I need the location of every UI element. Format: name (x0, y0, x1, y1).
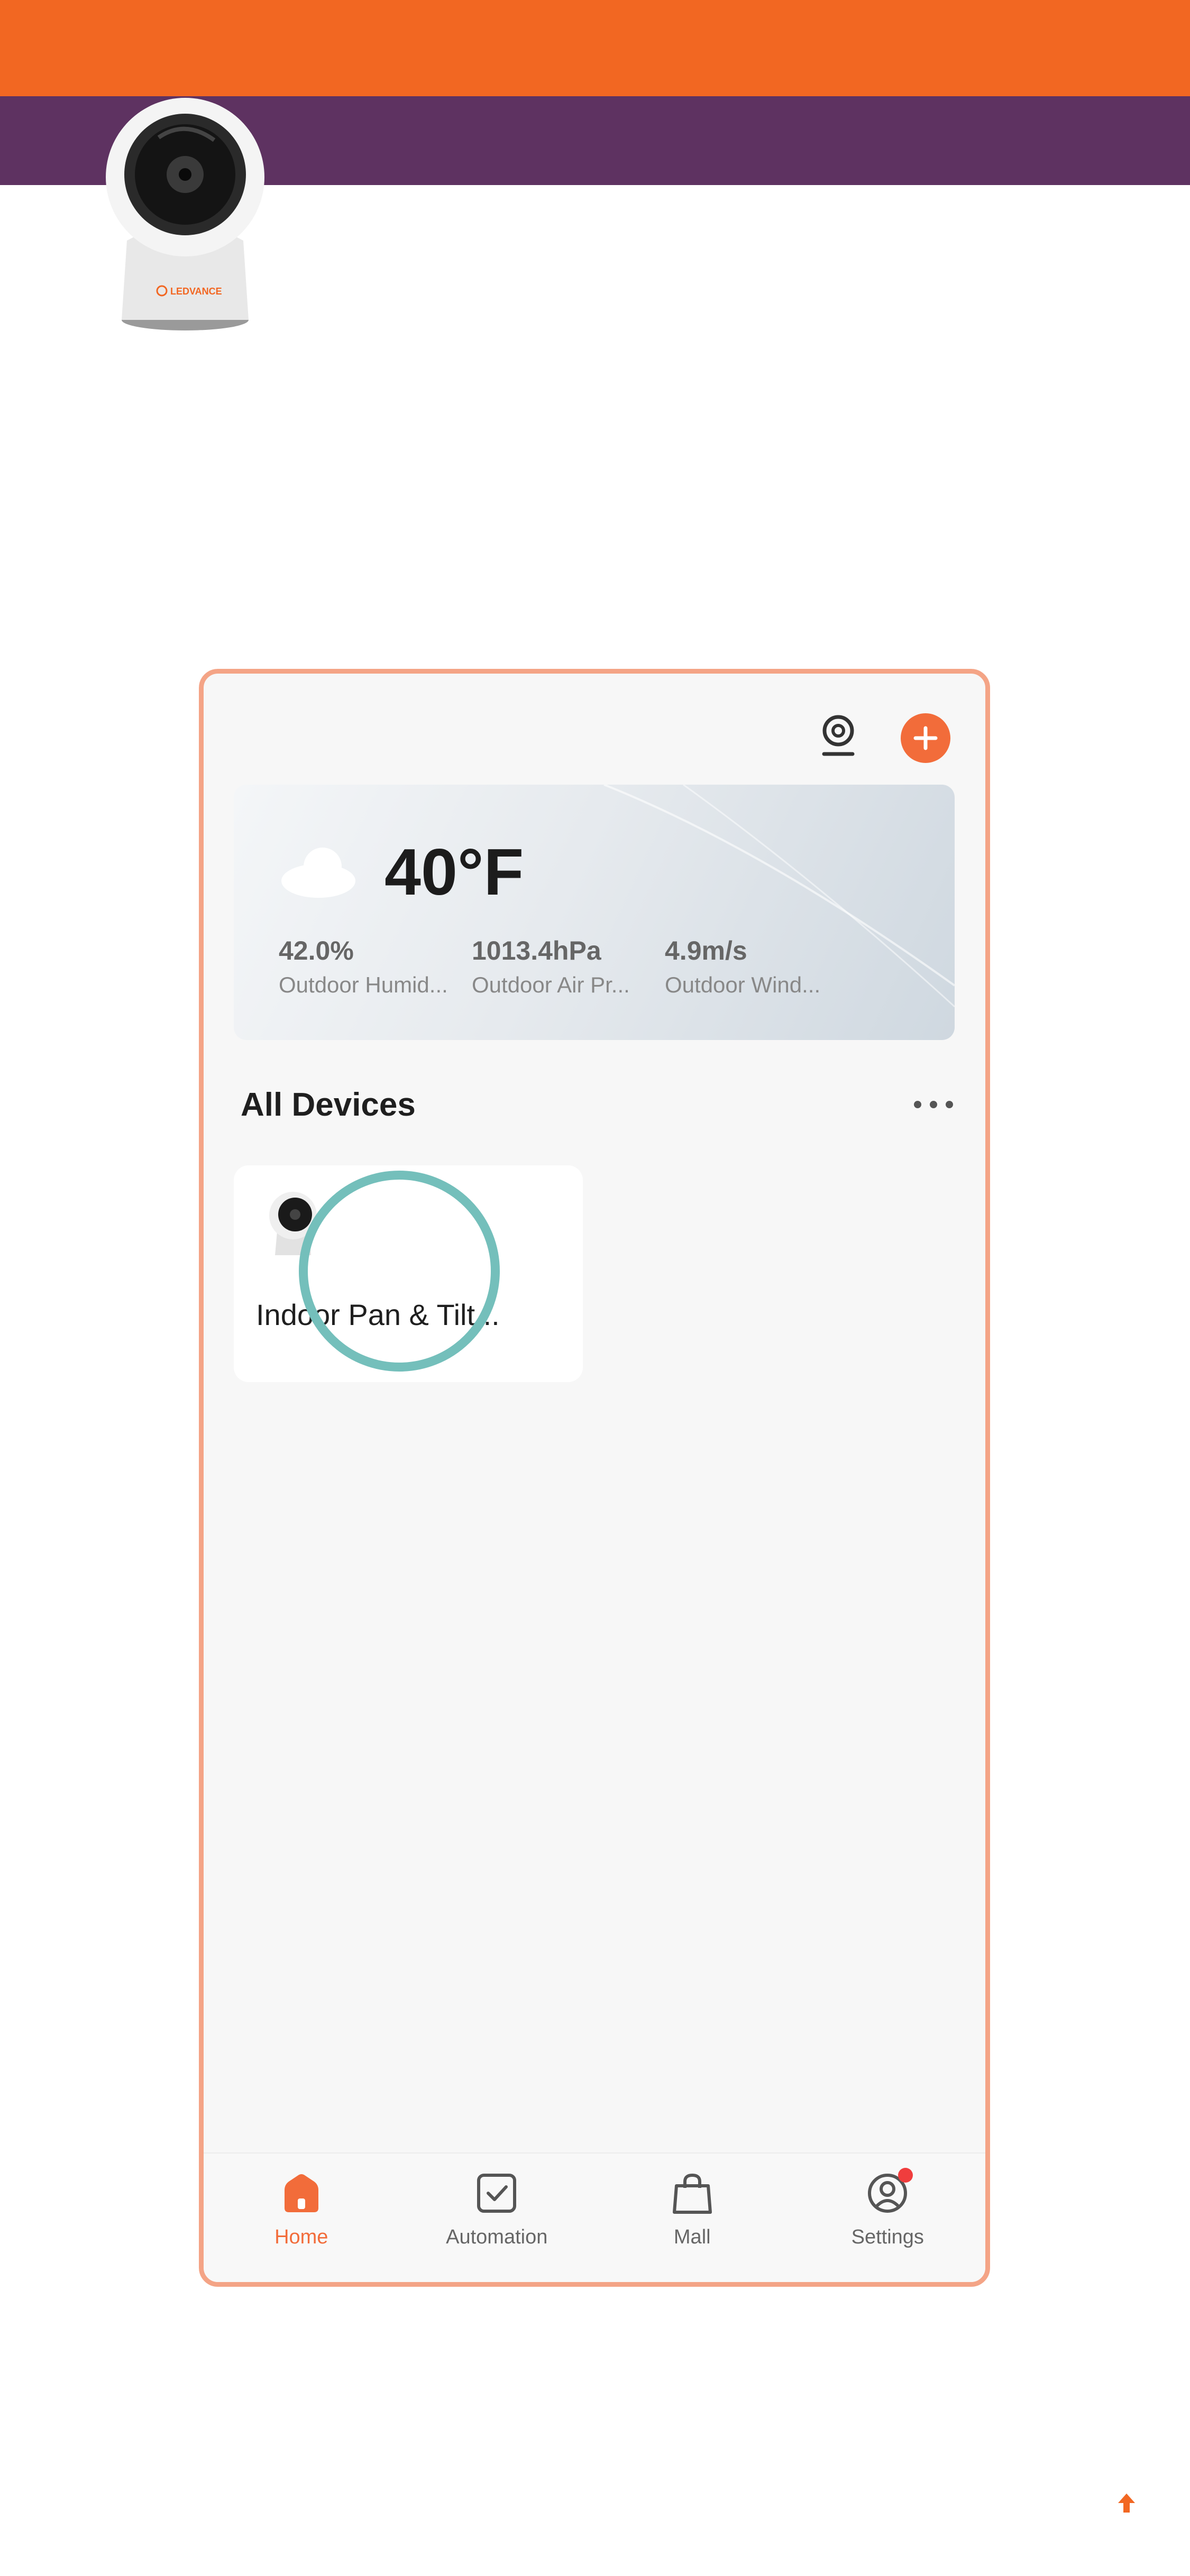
header-orange-band (0, 0, 1190, 96)
camera-product-image: LEDVANCE (106, 98, 264, 330)
weather-card[interactable]: 40°F 42.0% Outdoor Humid... 1013.4hPa Ou… (234, 785, 955, 1040)
wind-speed-stat: 4.9m/s Outdoor Wind... (665, 935, 820, 998)
tab-label-mall: Mall (673, 2226, 711, 2248)
humidity-stat: 42.0% Outdoor Humid... (279, 935, 448, 998)
tab-settings[interactable]: Settings (790, 2154, 986, 2282)
tab-label-automation: Automation (446, 2226, 548, 2248)
tab-automation[interactable]: Automation (399, 2154, 595, 2282)
all-devices-title: All Devices (241, 1087, 416, 1123)
tab-mall[interactable]: Mall (594, 2154, 790, 2282)
scroll-to-top-icon[interactable] (1116, 2491, 1137, 2515)
cloud-icon (281, 848, 355, 898)
air-pressure-value: 1013.4hPa (472, 936, 601, 965)
bottom-tab-bar: Home Automation Mall Settings (204, 2152, 986, 2282)
plus-icon (913, 726, 938, 750)
air-pressure-stat: 1013.4hPa Outdoor Air Pr... (472, 935, 630, 998)
camera-view-button[interactable] (812, 710, 865, 762)
home-icon (284, 2174, 318, 2212)
more-options-icon[interactable] (910, 1094, 957, 1115)
notification-badge (898, 2168, 913, 2183)
air-pressure-label: Outdoor Air Pr... (472, 972, 630, 997)
settings-icon-wrapper (866, 2168, 913, 2214)
brand-text: LEDVANCE (170, 286, 222, 297)
humidity-label: Outdoor Humid... (279, 972, 448, 997)
weather-card-decoration (603, 785, 955, 1008)
tab-home[interactable]: Home (204, 2154, 399, 2282)
temperature-value: 40°F (385, 836, 524, 909)
wind-speed-label: Outdoor Wind... (665, 972, 821, 997)
tab-label-settings: Settings (851, 2226, 924, 2248)
checkbox-icon (477, 2174, 517, 2213)
shopping-bag-icon (672, 2173, 712, 2214)
app-screen: 40°F 42.0% Outdoor Humid... 1013.4hPa Ou… (199, 669, 990, 2287)
add-device-button[interactable] (901, 713, 950, 763)
humidity-value: 42.0% (279, 936, 354, 965)
camera-icon (822, 715, 855, 756)
touch-indicator (299, 1171, 500, 1372)
tab-label-home: Home (274, 2226, 328, 2248)
wind-speed-value: 4.9m/s (665, 936, 747, 965)
